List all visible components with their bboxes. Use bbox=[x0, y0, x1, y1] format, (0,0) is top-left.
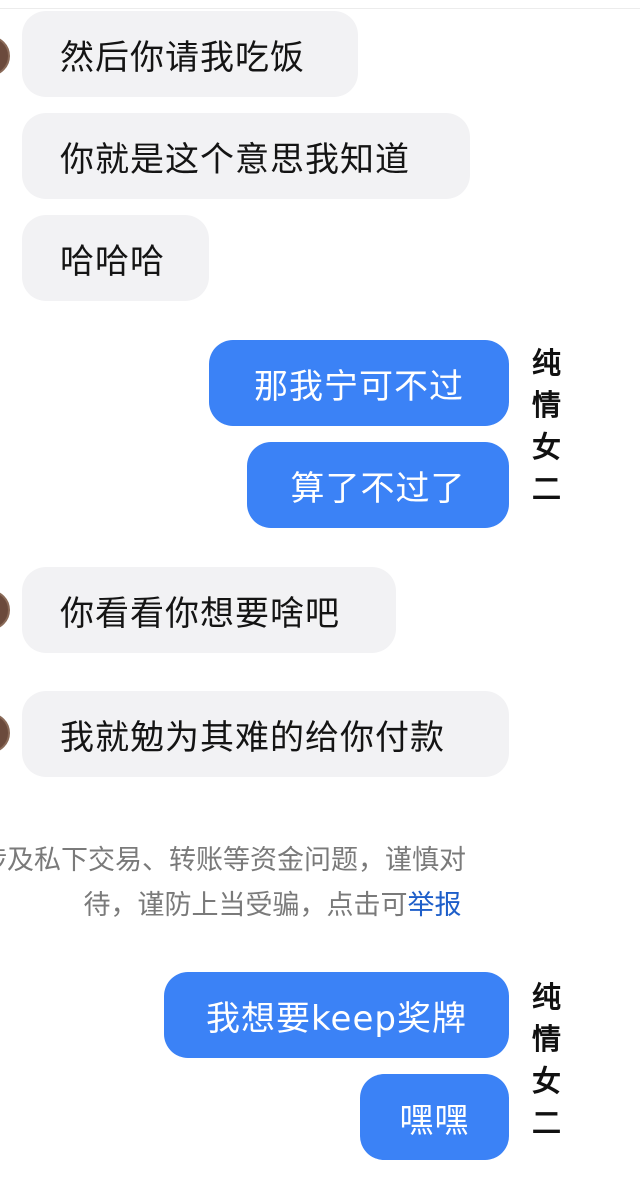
message-text: 嘿嘿 bbox=[399, 1100, 470, 1141]
message-text: 算了不过了 bbox=[290, 468, 466, 509]
message-text: 哈哈哈 bbox=[60, 241, 165, 282]
outgoing-message[interactable]: 算了不过了 bbox=[247, 442, 509, 528]
top-divider bbox=[0, 8, 640, 9]
incoming-message[interactable]: 哈哈哈 bbox=[22, 215, 209, 301]
incoming-message[interactable]: 我就勉为其难的给你付款 bbox=[22, 691, 509, 777]
incoming-message[interactable]: 你看看你想要啥吧 bbox=[22, 567, 396, 653]
nickname-line: 女二 bbox=[532, 1064, 574, 1140]
notice-line: 待，谨防上当受骗，点击可举报 bbox=[0, 883, 545, 928]
contact-avatar[interactable] bbox=[0, 713, 10, 753]
nickname-line: 女二 bbox=[532, 430, 574, 506]
contact-avatar[interactable] bbox=[0, 36, 10, 76]
incoming-message[interactable]: 你就是这个意思我知道 bbox=[22, 113, 470, 199]
message-text: 我就勉为其难的给你付款 bbox=[60, 717, 445, 758]
outgoing-message[interactable]: 我想要keep奖牌 bbox=[164, 972, 509, 1058]
nickname-line: 纯情 bbox=[532, 980, 574, 1056]
outgoing-message[interactable]: 那我宁可不过 bbox=[209, 340, 509, 426]
user-nickname-badge[interactable]: 纯情 女二 bbox=[532, 976, 612, 1144]
contact-avatar[interactable] bbox=[0, 590, 10, 630]
nickname-line: 纯情 bbox=[532, 346, 574, 422]
outgoing-message[interactable]: 嘿嘿 bbox=[360, 1074, 509, 1160]
incoming-message[interactable]: 然后你请我吃饭 bbox=[22, 11, 358, 97]
safety-notice: 涉及私下交易、转账等资金问题，谨慎对 待，谨防上当受骗，点击可举报 bbox=[0, 838, 545, 928]
report-link[interactable]: 举报 bbox=[408, 890, 462, 921]
message-text: 我想要keep奖牌 bbox=[206, 998, 467, 1039]
user-nickname-badge[interactable]: 纯情 女二 bbox=[532, 342, 612, 510]
message-text: 你就是这个意思我知道 bbox=[60, 139, 410, 180]
notice-line: 涉及私下交易、转账等资金问题，谨慎对 bbox=[0, 845, 466, 876]
notice-text: 待，谨防上当受骗，点击可 bbox=[83, 890, 408, 921]
message-text: 然后你请我吃饭 bbox=[60, 37, 305, 78]
message-text: 那我宁可不过 bbox=[254, 366, 464, 407]
message-text: 你看看你想要啥吧 bbox=[60, 593, 340, 634]
